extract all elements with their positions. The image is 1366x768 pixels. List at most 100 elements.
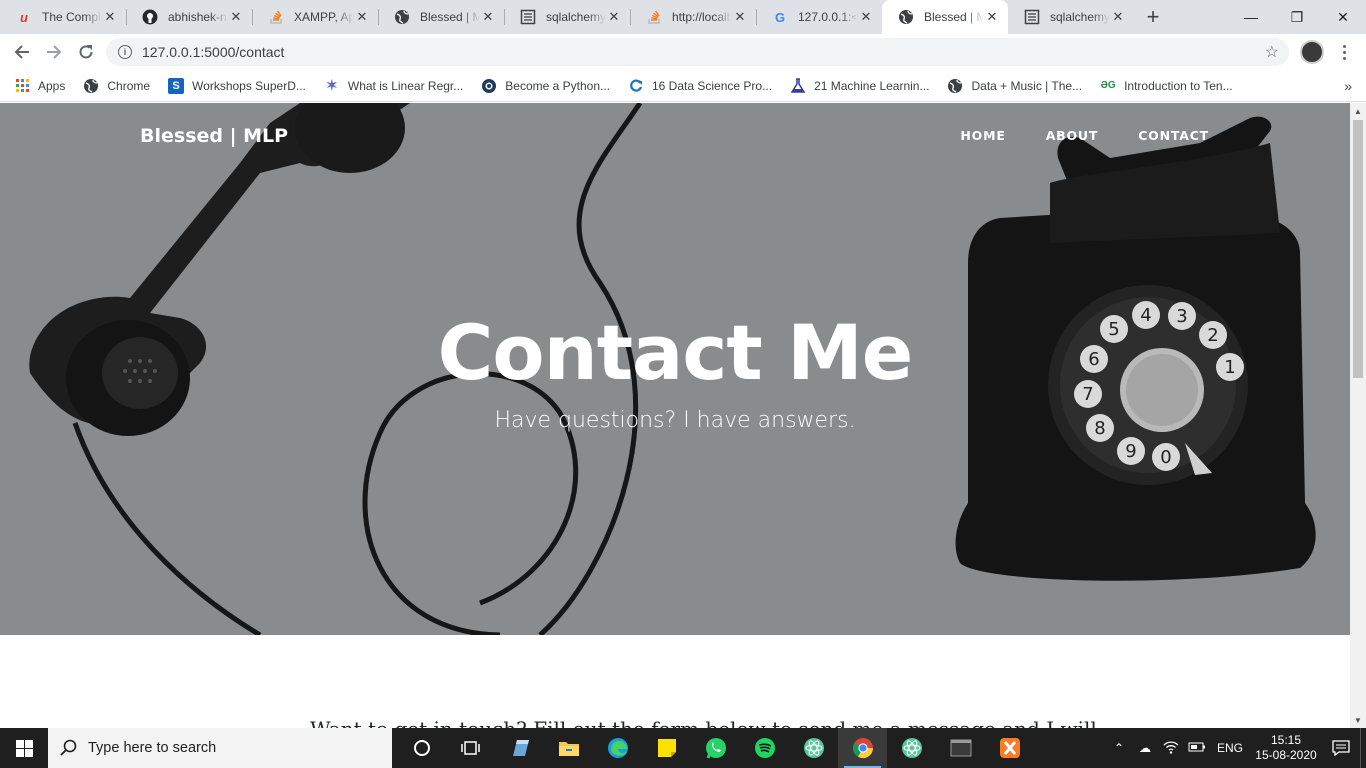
bookmark-apps[interactable]: Apps [14,78,65,94]
terminal-icon[interactable] [936,728,985,768]
windows-taskbar: Type here to search ⌃ ☁ ENG 15:15 15-08-… [0,728,1366,768]
atom-icon[interactable] [887,728,936,768]
tab-title: XAMPP, Ap [294,10,354,24]
tab-title: sqlalchemy [1050,10,1110,24]
xampp-icon[interactable] [985,728,1034,768]
close-tab-icon[interactable]: ✕ [606,9,622,25]
notepad-icon[interactable] [495,728,544,768]
new-tab-button[interactable]: + [1138,0,1168,34]
tab-2[interactable]: XAMPP, Ap ✕ [252,0,378,34]
bookmark-linear-regression[interactable]: ✶ What is Linear Regr... [324,77,463,94]
back-button[interactable] [6,36,38,68]
apps-grid-icon [14,78,30,94]
stackoverflow-icon [268,9,284,25]
scrollbar-thumb[interactable] [1353,120,1363,378]
close-tab-icon[interactable]: ✕ [228,9,244,25]
bookmark-label: Introduction to Ten... [1124,78,1233,93]
taskbar-apps [397,728,1034,768]
tab-6[interactable]: G 127.0.0.1:<p ✕ [756,0,882,34]
task-view-icon[interactable] [446,728,495,768]
tab-4[interactable]: sqlalchemy ✕ [504,0,630,34]
bookmark-label: Chrome [107,78,151,93]
atom-icon[interactable] [789,728,838,768]
clock[interactable]: 15:15 15-08-2020 [1250,733,1322,763]
tab-title: abhishek-nc [168,10,228,24]
globe-icon [947,78,963,94]
refresh-logo-icon [628,78,644,94]
stackoverflow-icon [646,9,662,25]
bookmark-chrome[interactable]: Chrome [83,78,150,94]
close-tab-icon[interactable]: ✕ [1110,9,1126,25]
bookmark-label: Apps [38,78,66,93]
bookmark-tensorflow[interactable]: ƏG Introduction to Ten... [1100,78,1233,94]
nav-home[interactable]: HOME [960,128,1005,143]
notification-center-icon[interactable] [1322,728,1360,768]
battery-icon[interactable] [1185,741,1209,756]
wifi-icon[interactable] [1159,740,1183,757]
scroll-up-arrow-icon[interactable]: ▲ [1350,103,1366,119]
start-button[interactable] [0,728,48,768]
svg-text:9: 9 [1125,441,1136,462]
page-viewport: 54321 67890 Blessed | MLP HOME ABOUT CON… [0,103,1350,728]
minimize-button[interactable]: — [1228,0,1274,34]
chrome-menu-icon[interactable] [1334,39,1354,65]
tab-8[interactable]: sqlalchemy ✕ [1008,0,1134,34]
nav-contact[interactable]: CONTACT [1138,128,1209,143]
close-tab-icon[interactable]: ✕ [732,9,748,25]
clock-date: 15-08-2020 [1255,748,1317,762]
bookmarks-overflow-button[interactable]: » [1344,78,1352,94]
tab-0[interactable]: u The Complete ✕ [0,0,126,34]
svg-text:0: 0 [1160,447,1171,468]
cortana-icon[interactable] [397,728,446,768]
flask-icon [790,77,806,94]
forward-arrow-icon [47,45,62,59]
tab-1[interactable]: abhishek-nc ✕ [126,0,252,34]
bookmark-superdatascience[interactable]: S Workshops SuperD... [168,77,306,94]
close-tab-icon[interactable]: ✕ [984,9,1000,25]
close-tab-icon[interactable]: ✕ [480,9,496,25]
page-scrollbar[interactable]: ▲ ▼ [1350,103,1366,728]
site-brand[interactable]: Blessed | MLP [140,125,288,147]
bookmark-star-icon[interactable]: ☆ [1265,42,1279,62]
close-tab-icon[interactable]: ✕ [354,9,370,25]
profile-avatar[interactable] [1300,40,1324,64]
maximize-button[interactable]: ❐ [1274,0,1320,34]
forward-button[interactable] [38,36,70,68]
tab-7-active[interactable]: Blessed | MLP ✕ [882,0,1008,34]
reload-icon [79,45,93,59]
reload-button[interactable] [70,36,102,68]
scroll-down-arrow-icon[interactable]: ▼ [1350,712,1366,728]
bookmark-data-music[interactable]: Data + Music | The... [947,78,1082,94]
tab-title: Blessed | MLP [420,10,480,24]
close-tab-icon[interactable]: ✕ [858,9,874,25]
close-tab-icon[interactable]: ✕ [102,9,118,25]
bookmark-machine-learning[interactable]: 21 Machine Learnin... [790,77,930,94]
tab-5[interactable]: http://localhost ✕ [630,0,756,34]
bookmark-data-science-projects[interactable]: 16 Data Science Pro... [628,78,772,94]
chrome-icon[interactable] [838,728,887,768]
chevron-up-icon[interactable]: ⌃ [1107,741,1131,755]
show-desktop-button[interactable] [1360,728,1366,768]
file-explorer-icon[interactable] [544,728,593,768]
globe-icon [394,9,410,25]
onedrive-cloud-icon[interactable]: ☁ [1133,741,1157,755]
language-indicator[interactable]: ENG [1211,741,1249,755]
window-controls: — ❐ ✕ [1228,0,1366,34]
edge-icon[interactable] [593,728,642,768]
globe-icon [83,78,99,94]
spotify-icon[interactable] [740,728,789,768]
sticky-notes-icon[interactable] [642,728,691,768]
tab-title: The Complete [42,10,102,24]
tab-3[interactable]: Blessed | MLP ✕ [378,0,504,34]
python-icon [481,78,497,94]
bookmark-python[interactable]: Become a Python... [481,78,610,94]
taskbar-search-box[interactable]: Type here to search [48,728,392,768]
geeksforgeeks-icon: ƏG [1100,80,1116,91]
bookmark-label: 21 Machine Learnin... [814,78,930,93]
site-info-icon[interactable]: i [118,45,132,59]
nav-about[interactable]: ABOUT [1046,128,1099,143]
whatsapp-icon[interactable] [691,728,740,768]
close-window-button[interactable]: ✕ [1320,0,1366,34]
star-logo-icon: ✶ [326,77,338,93]
address-bar[interactable]: i 127.0.0.1:5000/contact ☆ [106,38,1289,66]
